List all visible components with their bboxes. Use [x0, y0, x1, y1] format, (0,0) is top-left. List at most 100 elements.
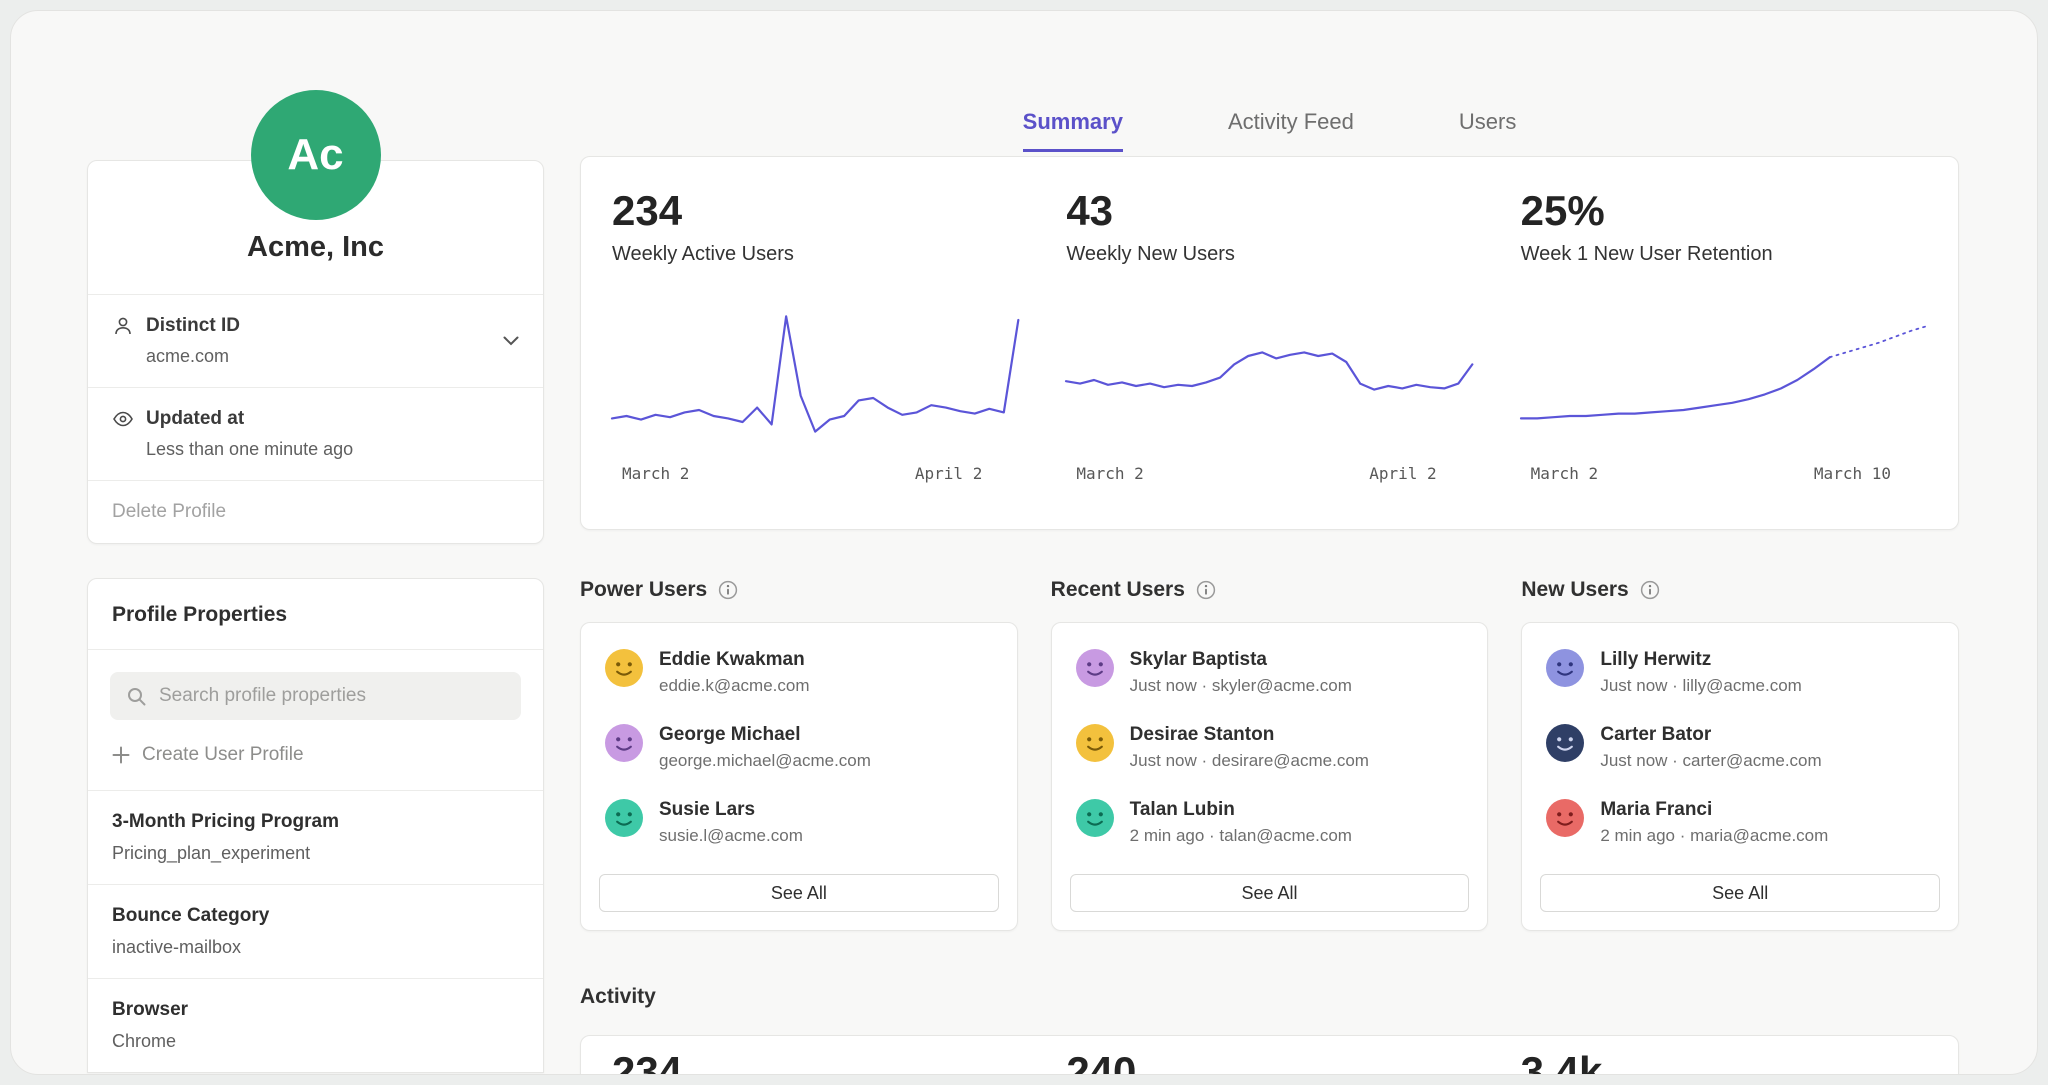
company-avatar: Ac — [251, 90, 381, 220]
property-row[interactable]: 3-Month Pricing Program Pricing_plan_exp… — [88, 790, 543, 884]
updated-at-row: Updated at Less than one minute ago — [88, 387, 543, 480]
user-avatar — [1546, 799, 1584, 837]
user-lists-row: Power Users Eddie Kwakman eddie.k@acme.c… — [580, 578, 1959, 931]
recent-users-section: Recent Users Skylar Baptista Just now · … — [1051, 578, 1489, 931]
section-title: Recent Users — [1051, 578, 1185, 602]
user-meta: george.michael@acme.com — [659, 751, 871, 771]
stat-value: 43 — [1066, 187, 1472, 235]
app-window: Ac Acme, Inc Distinct ID acme.com — [10, 10, 2038, 1075]
updated-at-label: Updated at — [146, 408, 244, 430]
stat-value: 25% — [1521, 187, 1927, 235]
user-name: Carter Bator — [1600, 724, 1821, 746]
user-avatar — [605, 799, 643, 837]
property-name: Bounce Category — [112, 905, 519, 927]
user-name: Susie Lars — [659, 799, 803, 821]
tab-bar: Summary Activity Feed Users — [580, 109, 1959, 152]
user-avatar — [1076, 649, 1114, 687]
see-all-button[interactable]: See All — [599, 874, 999, 912]
delete-profile-button[interactable]: Delete Profile — [88, 480, 543, 543]
x-tick-end: March 10 — [1814, 464, 1891, 483]
property-row[interactable]: Bounce Category inactive-mailbox — [88, 884, 543, 978]
weekly-active-users-stat: 234 Weekly Active Users March 2 April 2 — [612, 187, 1018, 529]
user-meta: Just now · carter@acme.com — [1600, 751, 1821, 771]
user-name: Lilly Herwitz — [1600, 649, 1801, 671]
info-icon[interactable] — [1640, 580, 1660, 600]
list-item[interactable]: Skylar Baptista Just now · skyler@acme.c… — [1052, 649, 1488, 696]
user-name: Talan Lubin — [1130, 799, 1352, 821]
user-meta: Just now · skyler@acme.com — [1130, 676, 1352, 696]
weekly-active-users-sparkline — [612, 308, 1018, 440]
user-avatar — [1076, 799, 1114, 837]
user-meta: Just now · desirare@acme.com — [1130, 751, 1369, 771]
x-tick-end: April 2 — [915, 464, 982, 483]
property-row[interactable]: Browser Chrome — [88, 978, 543, 1072]
user-meta: 2 min ago · talan@acme.com — [1130, 826, 1352, 846]
list-item[interactable]: George Michael george.michael@acme.com — [581, 724, 1017, 771]
eye-icon — [112, 408, 134, 430]
distinct-id-value: acme.com — [146, 346, 519, 367]
user-meta: eddie.k@acme.com — [659, 676, 810, 696]
search-icon — [126, 686, 147, 707]
property-name: Browser — [112, 999, 519, 1021]
info-icon[interactable] — [1196, 580, 1216, 600]
property-value: Chrome — [112, 1031, 519, 1052]
activity-stat: 3.4k — [1521, 1048, 1927, 1075]
tab-activity-feed[interactable]: Activity Feed — [1228, 109, 1354, 152]
search-input[interactable] — [159, 685, 505, 707]
list-item[interactable]: Eddie Kwakman eddie.k@acme.com — [581, 649, 1017, 696]
x-tick-end: April 2 — [1369, 464, 1436, 483]
list-item[interactable]: Carter Bator Just now · carter@acme.com — [1522, 724, 1958, 771]
section-title: New Users — [1521, 578, 1628, 602]
user-avatar — [1546, 649, 1584, 687]
company-name: Acme, Inc — [88, 231, 543, 294]
tab-users[interactable]: Users — [1459, 109, 1516, 152]
summary-card: 234 Weekly Active Users March 2 April 2 … — [580, 156, 1959, 530]
list-item[interactable]: Lilly Herwitz Just now · lilly@acme.com — [1522, 649, 1958, 696]
weekly-new-users-sparkline — [1066, 308, 1472, 440]
power-users-section: Power Users Eddie Kwakman eddie.k@acme.c… — [580, 578, 1018, 931]
property-search[interactable] — [110, 672, 521, 720]
user-meta: Just now · lilly@acme.com — [1600, 676, 1801, 696]
list-item[interactable]: Susie Lars susie.l@acme.com — [581, 799, 1017, 846]
profile-sidebar: Ac Acme, Inc Distinct ID acme.com — [87, 11, 544, 1074]
x-tick-start: March 2 — [1076, 464, 1143, 483]
section-title: Power Users — [580, 578, 707, 602]
stat-label: Weekly Active Users — [612, 243, 1018, 266]
profile-properties-card: Profile Properties — [87, 578, 544, 1073]
stat-label: Week 1 New User Retention — [1521, 243, 1927, 266]
stat-value: 234 — [612, 187, 1018, 235]
create-user-profile-button[interactable]: Create User Profile — [110, 720, 521, 790]
stat-label: Weekly New Users — [1066, 243, 1472, 266]
property-value: Pricing_plan_experiment — [112, 843, 519, 864]
activity-stat: 234 — [612, 1048, 1018, 1075]
activity-title: Activity — [580, 985, 1959, 1009]
updated-at-value: Less than one minute ago — [146, 439, 519, 460]
person-icon — [112, 315, 134, 337]
user-name: George Michael — [659, 724, 871, 746]
list-item[interactable]: Desirae Stanton Just now · desirare@acme… — [1052, 724, 1488, 771]
property-name: 3-Month Pricing Program — [112, 811, 519, 833]
x-tick-start: March 2 — [622, 464, 689, 483]
tab-summary[interactable]: Summary — [1023, 109, 1123, 152]
property-value: inactive-mailbox — [112, 937, 519, 958]
user-name: Eddie Kwakman — [659, 649, 810, 671]
user-name: Desirae Stanton — [1130, 724, 1369, 746]
distinct-id-row[interactable]: Distinct ID acme.com — [88, 294, 543, 387]
retention-sparkline — [1521, 308, 1927, 440]
x-tick-start: March 2 — [1531, 464, 1598, 483]
user-avatar — [605, 724, 643, 762]
weekly-new-users-stat: 43 Weekly New Users March 2 April 2 — [1066, 187, 1472, 529]
profile-properties-title: Profile Properties — [88, 579, 543, 649]
info-icon[interactable] — [718, 580, 738, 600]
user-avatar — [1546, 724, 1584, 762]
user-name: Maria Franci — [1600, 799, 1828, 821]
retention-stat: 25% Week 1 New User Retention March 2 Ma… — [1521, 187, 1927, 529]
chevron-down-icon[interactable] — [503, 336, 519, 346]
create-user-profile-label: Create User Profile — [142, 744, 304, 766]
user-avatar — [605, 649, 643, 687]
main-content: Summary Activity Feed Users 234 Weekly A… — [580, 11, 1959, 1074]
list-item[interactable]: Talan Lubin 2 min ago · talan@acme.com — [1052, 799, 1488, 846]
see-all-button[interactable]: See All — [1070, 874, 1470, 912]
see-all-button[interactable]: See All — [1540, 874, 1940, 912]
list-item[interactable]: Maria Franci 2 min ago · maria@acme.com — [1522, 799, 1958, 846]
